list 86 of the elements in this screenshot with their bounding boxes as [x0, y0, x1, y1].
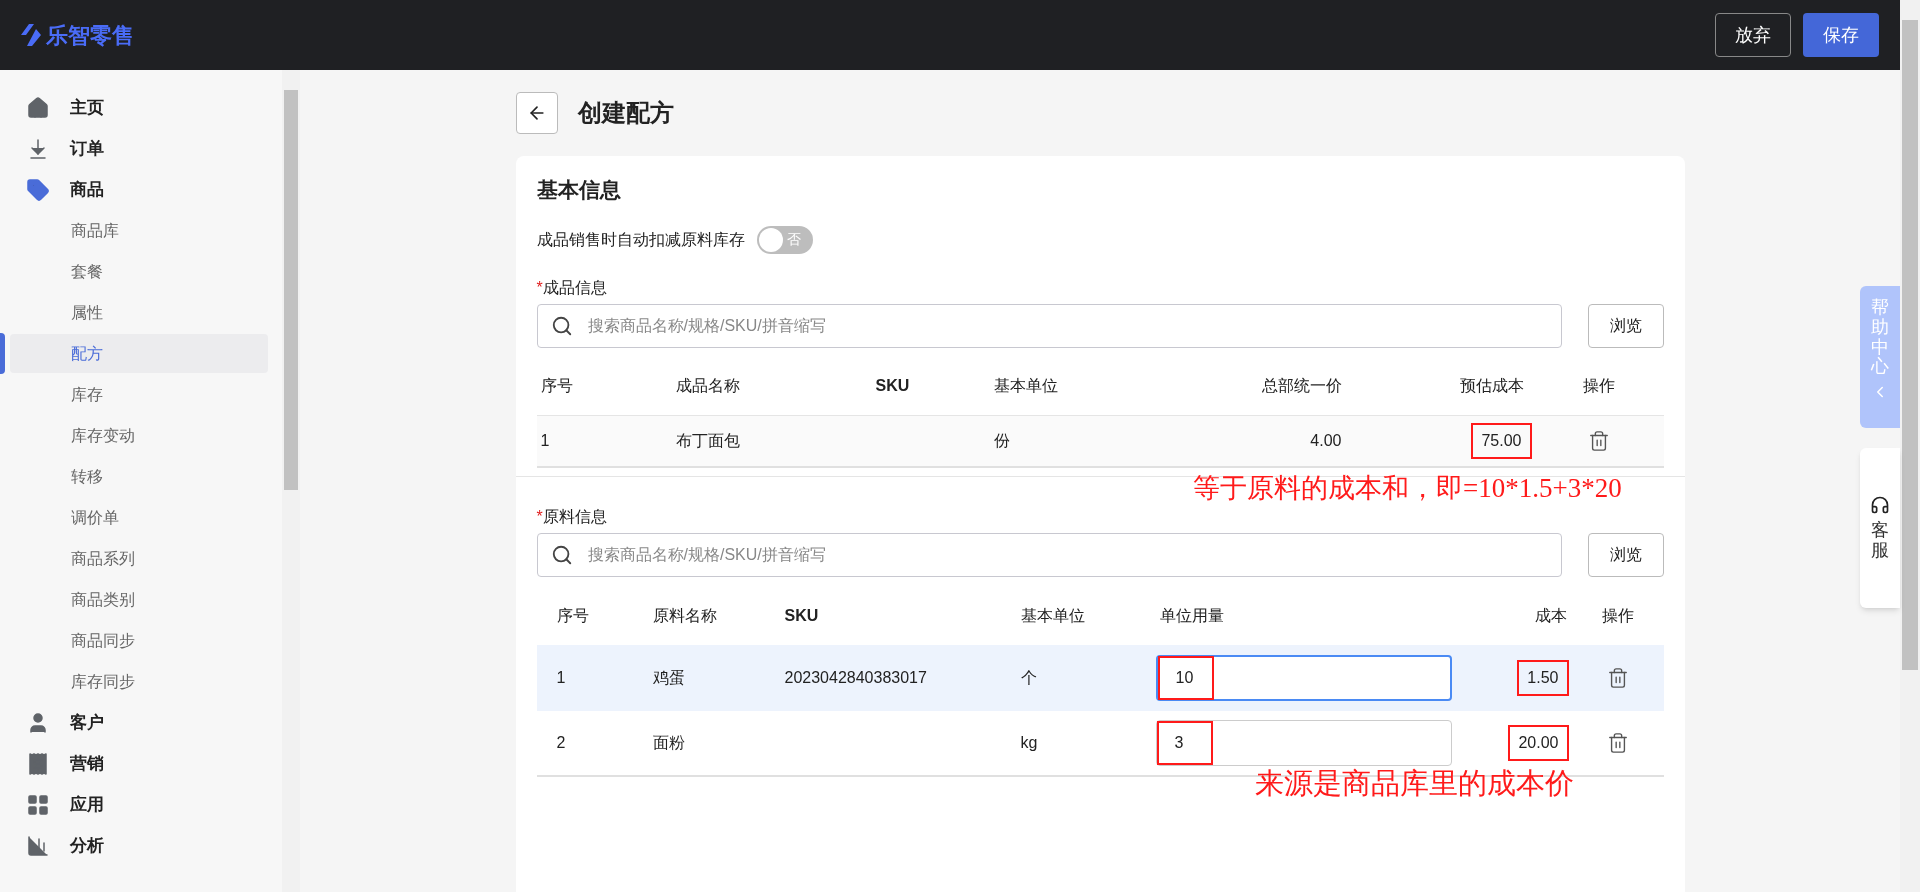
sidebar-item[interactable]: 库存同步: [10, 662, 268, 701]
table-cell-text: 布丁面包: [675, 430, 741, 451]
required-mark: *: [536, 277, 543, 298]
table-cell-text: 鸡蛋: [651, 667, 686, 688]
service-panel[interactable]: 客服: [1860, 448, 1900, 608]
sidebar-section[interactable]: 订单: [0, 128, 282, 169]
amount-field[interactable]: 3: [1155, 719, 1452, 766]
column-header: 序号: [539, 376, 574, 396]
table-cell-text: 1: [539, 430, 551, 451]
app-logo: 乐智零售: [46, 21, 134, 50]
field-label: 成品信息: [542, 277, 607, 298]
column-header: 操作: [1581, 376, 1616, 396]
field-label: 原料信息: [542, 506, 607, 527]
column-header: 操作: [1601, 605, 1635, 626]
help-label: 帮助中心: [1871, 298, 1889, 378]
sidebar-item[interactable]: 商品类别: [10, 580, 268, 619]
sidebar-item[interactable]: 库存: [10, 375, 268, 414]
column-header: 总部统一价: [1260, 376, 1342, 396]
amount-value: 10: [1157, 655, 1214, 700]
table-cell-text: 面粉: [651, 732, 686, 753]
section-icon: [26, 751, 50, 776]
scrollbar[interactable]: [1900, 0, 1920, 892]
sidebar-section[interactable]: 应用: [0, 784, 282, 825]
browse-button[interactable]: 浏览: [1587, 532, 1664, 577]
table-cell-text: kg: [1020, 732, 1039, 753]
section-icon: [26, 177, 50, 202]
sidebar-item[interactable]: 商品同步: [10, 621, 268, 660]
amount-value: 3: [1156, 720, 1213, 765]
column-header: SKU: [784, 605, 820, 626]
required-mark: *: [536, 506, 543, 527]
save-button[interactable]: 保存: [1803, 13, 1879, 57]
active-indicator: [0, 333, 5, 374]
sidebar-section[interactable]: 分析: [0, 825, 282, 866]
sidebar-item[interactable]: 转移: [10, 457, 268, 496]
section-icon: [26, 833, 50, 858]
column-header: 成本: [1533, 605, 1568, 626]
section-icon: [26, 95, 50, 120]
toggle-label: 成品销售时自动扣减原料库存: [536, 229, 745, 250]
search-icon: [550, 543, 573, 566]
sidebar-item[interactable]: 配方: [10, 334, 268, 373]
headset-icon: [1870, 495, 1890, 516]
cost-value: 1.50: [1517, 659, 1569, 696]
sidebar-item[interactable]: 调价单: [10, 498, 268, 537]
delete-button[interactable]: [1587, 429, 1610, 452]
column-header: 成品名称: [675, 376, 741, 396]
annotation-note: 等于原料的成本和，即=10*1.5+3*20: [1193, 472, 1622, 505]
sidebar-item[interactable]: 套餐: [10, 252, 268, 291]
browse-button[interactable]: 浏览: [1587, 303, 1664, 348]
logo-icon: [20, 23, 42, 47]
scrollbar[interactable]: [282, 70, 300, 892]
sidebar-section[interactable]: 主页: [0, 87, 282, 128]
column-header: 基本单位: [1020, 605, 1086, 626]
column-header: 基本单位: [993, 376, 1059, 396]
amount-field[interactable]: 10: [1155, 654, 1452, 701]
sidebar-item[interactable]: 库存变动: [10, 416, 268, 455]
delete-button[interactable]: [1607, 731, 1629, 754]
page-title: 创建配方: [577, 98, 674, 128]
sidebar-item[interactable]: 商品系列: [10, 539, 268, 578]
table-cell: 2023042840383017: [784, 668, 927, 686]
column-header: SKU: [875, 376, 911, 396]
column-header: 预估成本: [1458, 376, 1525, 396]
column-header: 原料名称: [651, 605, 718, 626]
sidebar-section[interactable]: 商品: [0, 169, 282, 210]
back-button[interactable]: [515, 92, 558, 134]
sidebar-section[interactable]: 营销: [0, 743, 282, 784]
discard-button[interactable]: 放弃: [1715, 13, 1791, 57]
section-icon: [26, 792, 50, 817]
search-icon: [550, 314, 573, 337]
table-cell-text: 4.00: [1309, 430, 1342, 451]
table-cell-text: 2: [555, 732, 567, 753]
cost-value: 75.00: [1471, 422, 1532, 459]
column-header: 序号: [555, 605, 590, 626]
annotation-note: 来源是商品库里的成本价: [1255, 766, 1574, 801]
table-cell-text: 份: [993, 430, 1011, 451]
sidebar-item[interactable]: 商品库: [10, 211, 268, 250]
sidebar-section[interactable]: 客户: [0, 702, 282, 743]
table-cell-text: 1: [555, 667, 567, 688]
search-field[interactable]: 搜索商品名称/规格/SKU/拼音缩写: [536, 303, 1562, 348]
table-cell-text: 个: [1020, 667, 1038, 688]
sidebar-item[interactable]: 属性: [10, 293, 268, 332]
section-title: 基本信息: [536, 177, 622, 203]
column-header: 单位用量: [1158, 605, 1225, 626]
cost-value: 20.00: [1508, 724, 1569, 761]
search-field[interactable]: 搜索商品名称/规格/SKU/拼音缩写: [536, 532, 1562, 577]
service-label: 客服: [1871, 521, 1889, 561]
delete-button[interactable]: [1607, 666, 1629, 689]
